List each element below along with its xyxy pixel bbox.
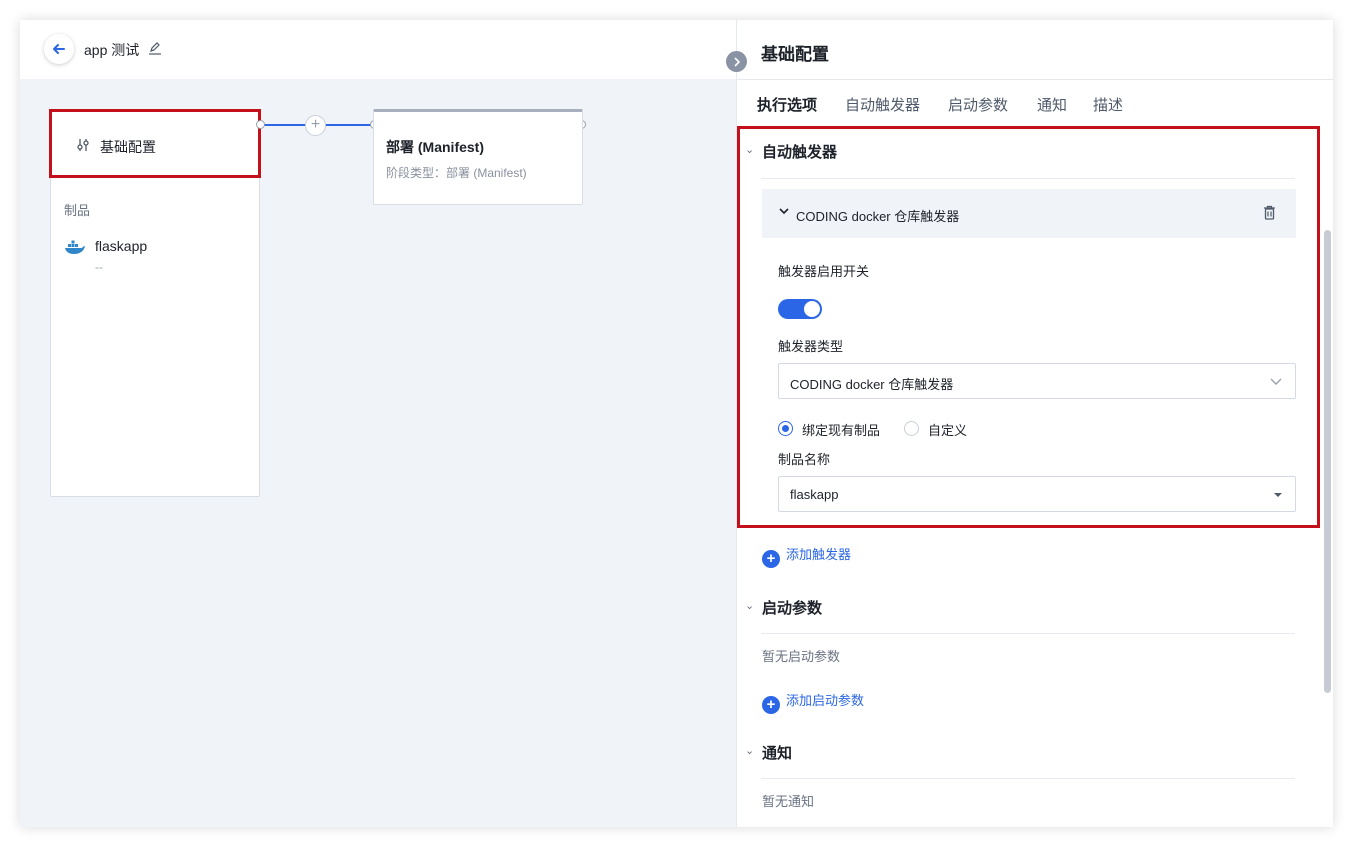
add-trigger-button[interactable]: + 添加触发器	[762, 544, 851, 568]
base-config-title: 基础配置	[100, 139, 156, 155]
tab-execution-options[interactable]: 执行选项	[757, 94, 817, 115]
caret-down-icon	[1274, 493, 1282, 497]
edit-icon[interactable]	[148, 41, 162, 55]
top-bar: app 测试	[20, 20, 736, 79]
divider	[761, 778, 1295, 779]
notify-empty-text: 暂无通知	[762, 794, 815, 809]
deploy-stage-card[interactable]	[373, 109, 583, 205]
product-name-select[interactable]: flaskapp	[778, 476, 1296, 512]
pipeline-editor-window: app 测试 基础配置 制品 flaskapp -- + 部署 (Manifes…	[20, 20, 1333, 827]
trigger-item-header[interactable]: CODING docker 仓库触发器	[762, 189, 1296, 238]
trash-icon[interactable]	[1263, 205, 1276, 220]
product-name[interactable]: flaskapp	[95, 238, 147, 254]
deploy-stage-subtitle: 阶段类型：部署 (Manifest)	[386, 166, 527, 180]
chevron-right-icon	[733, 56, 740, 67]
params-section-title[interactable]: 启动参数	[762, 597, 822, 618]
chevron-down-icon[interactable]: ⌄	[745, 599, 754, 612]
tab-notifications[interactable]: 通知	[1037, 94, 1067, 115]
panel-scrollbar[interactable]	[1324, 230, 1331, 693]
params-empty-text: 暂无启动参数	[762, 649, 841, 664]
triggers-section-title[interactable]: 自动触发器	[762, 141, 837, 162]
panel-title: 基础配置	[761, 45, 829, 64]
trigger-enable-toggle[interactable]	[778, 299, 822, 319]
docker-icon	[65, 240, 85, 254]
trigger-type-value: CODING docker 仓库触发器	[790, 377, 954, 392]
deploy-stage-title: 部署 (Manifest)	[386, 139, 484, 155]
app-title: app 测试	[84, 42, 140, 58]
add-param-label: 添加启动参数	[786, 693, 865, 708]
chevron-down-icon	[779, 208, 789, 215]
arrow-left-icon	[53, 44, 65, 54]
chevron-down-icon[interactable]: ⌄	[745, 744, 754, 757]
trigger-type-select[interactable]: CODING docker 仓库触发器	[778, 363, 1296, 399]
product-name-label: 制品名称	[778, 452, 831, 467]
add-param-button[interactable]: + 添加启动参数	[762, 690, 864, 714]
divider	[761, 633, 1295, 634]
add-trigger-label: 添加触发器	[786, 547, 852, 562]
product-name-value: flaskapp	[790, 487, 839, 502]
plus-circle-icon: +	[762, 696, 780, 714]
products-label: 制品	[64, 203, 91, 218]
product-version: --	[95, 260, 103, 274]
sliders-icon	[77, 139, 89, 151]
connector-dot	[256, 120, 265, 129]
chevron-down-icon[interactable]: ⌄	[745, 143, 754, 156]
trigger-type-label: 触发器类型	[778, 339, 844, 354]
divider	[737, 79, 1333, 80]
notify-section-title[interactable]: 通知	[762, 742, 792, 763]
radio-bind-existing-label[interactable]: 绑定现有制品	[802, 420, 880, 439]
toggle-knob	[804, 301, 820, 317]
divider	[761, 178, 1295, 179]
radio-custom[interactable]	[904, 421, 919, 436]
back-button[interactable]	[44, 34, 74, 64]
radio-bind-existing[interactable]	[778, 421, 793, 436]
tab-start-params[interactable]: 启动参数	[948, 94, 1008, 115]
tab-description[interactable]: 描述	[1093, 94, 1123, 115]
config-panel: 基础配置 执行选项 自动触发器 启动参数 通知 描述 ⌄ 自动触发器 CODIN…	[736, 20, 1333, 827]
chevron-down-icon	[1270, 378, 1282, 385]
radio-custom-label[interactable]: 自定义	[928, 420, 967, 439]
add-stage-button[interactable]: +	[305, 115, 326, 136]
collapse-panel-button[interactable]	[726, 51, 747, 72]
trigger-switch-label: 触发器启用开关	[778, 264, 870, 279]
plus-circle-icon: +	[762, 550, 780, 568]
tab-auto-triggers[interactable]: 自动触发器	[845, 94, 920, 115]
trigger-item-title: CODING docker 仓库触发器	[796, 209, 960, 224]
